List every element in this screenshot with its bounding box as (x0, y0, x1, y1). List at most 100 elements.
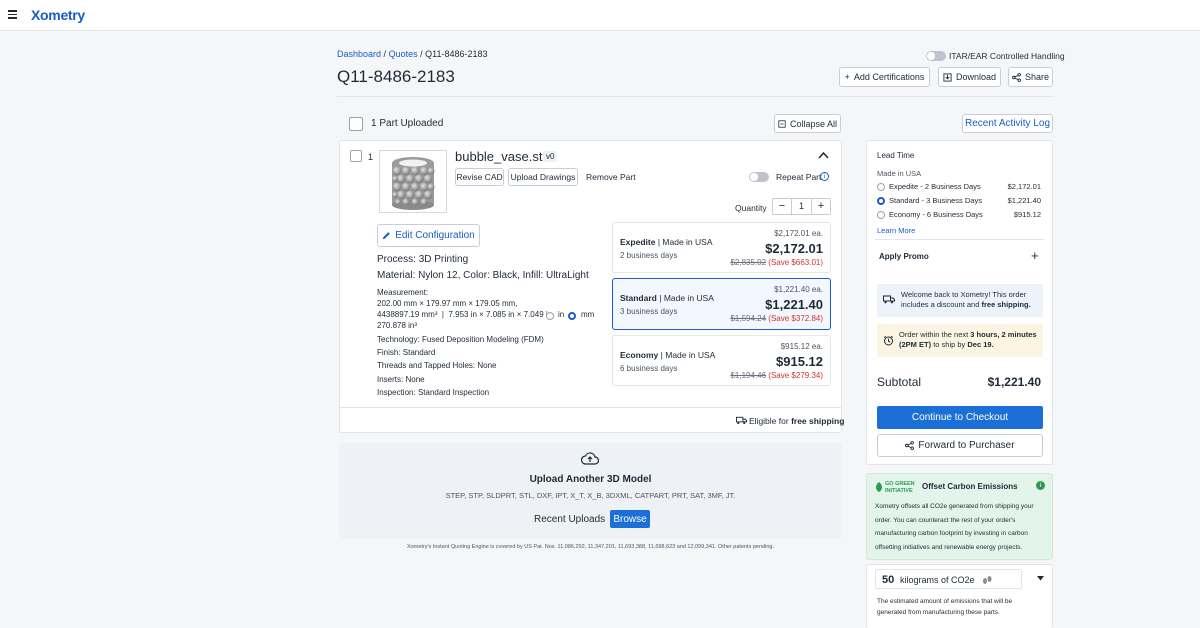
offset-carbon-text: Xometry offsets all CO2e generated from … (875, 503, 1034, 551)
lead-time-price: $2,172.01 (1007, 182, 1041, 191)
price-tier-name: Economy (620, 350, 659, 360)
breadcrumb-quotes[interactable]: Quotes (389, 49, 418, 59)
upload-dropzone[interactable]: Upload Another 3D Model STEP, STP, SLDPR… (339, 443, 842, 539)
order-deadline-text: Order within the next 3 hours, 2 minutes… (899, 330, 1039, 350)
breadcrumb-dashboard[interactable]: Dashboard (337, 49, 381, 59)
edit-configuration-button[interactable]: Edit Configuration (377, 224, 480, 247)
free-shipping-prefix: Eligible for (749, 416, 789, 426)
upload-title: Upload Another 3D Model (529, 474, 652, 485)
technology-value: Fused Deposition Modeling (FDM) (421, 335, 544, 344)
quantity-increment-button[interactable]: + (811, 199, 830, 214)
lead-time-radio-expedite[interactable] (877, 183, 885, 191)
co2-unit: kilograms of CO2e (900, 575, 975, 585)
breadcrumb-separator: / (420, 49, 423, 59)
plus-icon: + (844, 72, 850, 82)
leaf-icon (876, 482, 882, 492)
xometry-logo[interactable]: Xometry (31, 7, 85, 23)
chevron-up-icon[interactable] (818, 151, 829, 159)
edit-configuration-label: Edit Configuration (395, 230, 475, 241)
unit-mm-label: mm (581, 310, 595, 319)
info-icon[interactable]: i (1036, 481, 1045, 490)
breadcrumb-separator: / (383, 49, 387, 59)
price-tier-separator: | (660, 350, 663, 360)
info-icon[interactable]: i (820, 172, 829, 181)
inspection-value: Standard Inspection (417, 388, 490, 397)
material-label: Material: (377, 270, 416, 281)
price-tier-separator: | (657, 237, 661, 247)
download-icon (943, 72, 952, 82)
part-checkbox[interactable] (350, 150, 362, 162)
co2-amount-field[interactable]: 50 kilograms of CO2e (875, 569, 1022, 589)
top-bar: Xometry (0, 0, 1200, 31)
price-tier-origin: Made in USA (663, 293, 714, 303)
co2-note: The estimated amount of emissions that w… (877, 598, 1013, 616)
browse-button[interactable]: Browse (610, 510, 650, 528)
lead-time-label: Standard - 3 Business Days (889, 196, 982, 205)
order-deadline-notice: Order within the next 3 hours, 2 minutes… (877, 324, 1043, 357)
price-original: $1,594.24 (730, 314, 767, 323)
inserts-label: Inserts: (377, 375, 404, 384)
learn-more-link[interactable]: Learn More (877, 226, 915, 235)
subtotal-label: Subtotal (877, 375, 922, 389)
breadcrumb: Dashboard / Quotes / Q11-8486-2183 (337, 49, 488, 59)
remove-part-link[interactable]: Remove Part (586, 172, 636, 182)
quantity-stepper: − 1 + (772, 198, 831, 215)
apply-promo-plus-icon[interactable]: + (1031, 248, 1039, 263)
price-option-standard[interactable]: Standard | Made in USA 3 business days $… (612, 278, 831, 330)
collapse-all-button[interactable]: Collapse All (774, 114, 841, 133)
add-certifications-button[interactable]: + Add Certifications (839, 67, 930, 87)
price-total: $1,221.40 (765, 297, 823, 312)
lead-time-radio-standard[interactable] (877, 197, 885, 205)
footprint-icon (983, 576, 992, 584)
welcome-text: Welcome back to Xometry! This order incl… (901, 290, 1039, 310)
unit-in-radio[interactable] (546, 312, 554, 320)
inserts-value: None (405, 375, 425, 384)
free-shipping-note: Eligible for free shipping (749, 416, 844, 426)
lead-time-price: $1,221.40 (1007, 196, 1041, 205)
price-tier-name: Expedite (620, 237, 656, 247)
price-option-economy[interactable]: Economy | Made in USA 6 business days $9… (612, 335, 831, 386)
inspection-label: Inspection: (377, 388, 416, 397)
part-thumbnail[interactable] (379, 150, 447, 213)
free-shipping-bold: free shipping (791, 416, 845, 426)
process-label: Process: (377, 254, 416, 265)
chevron-down-icon[interactable] (1037, 576, 1044, 581)
upload-drawings-button[interactable]: Upload Drawings (508, 168, 578, 186)
price-discount: $2,835.02 (Save $663.01) (730, 258, 823, 267)
share-button[interactable]: Share (1008, 67, 1053, 87)
finish-row: Finish: Standard (377, 348, 435, 357)
finish-value: Standard (402, 348, 436, 357)
pencil-icon (383, 232, 391, 240)
continue-to-checkout-button[interactable]: Continue to Checkout (877, 406, 1043, 429)
repeat-part-toggle[interactable] (749, 172, 769, 182)
select-all-checkbox[interactable] (349, 117, 363, 131)
recent-uploads-link[interactable]: Recent Uploads (534, 514, 605, 525)
divider (339, 407, 842, 408)
hamburger-menu-icon[interactable] (8, 10, 17, 19)
recent-activity-log-button[interactable]: Recent Activity Log (962, 114, 1053, 133)
share-icon (905, 441, 915, 450)
forward-to-purchaser-button[interactable]: Forward to Purchaser (877, 434, 1043, 457)
price-option-expedite[interactable]: Expedite | Made in USA 2 business days $… (612, 222, 831, 273)
parts-count: 1 Part Uploaded (371, 118, 444, 129)
apply-promo-label[interactable]: Apply Promo (879, 252, 929, 261)
quantity-input[interactable]: 1 (792, 199, 811, 214)
revise-cad-button[interactable]: Revise CAD (455, 168, 504, 186)
price-tier-heading: Standard | Made in USA (620, 293, 714, 303)
download-button[interactable]: Download (938, 67, 1001, 87)
part-index: 1 (368, 152, 374, 162)
price-original: $2,835.02 (730, 258, 767, 267)
itar-toggle[interactable] (926, 51, 946, 61)
price-total: $915.12 (776, 354, 823, 369)
collapse-all-label: Collapse All (789, 118, 838, 129)
divider (337, 96, 1053, 97)
part-filename: bubble_vase.stl (455, 149, 546, 164)
forward-to-purchaser-label: Forward to Purchaser (918, 440, 1015, 451)
go-green-line-2: INITIATIVE (885, 487, 913, 494)
unit-mm-radio[interactable] (568, 312, 576, 320)
quantity-decrement-button[interactable]: − (773, 199, 792, 214)
lead-time-radio-economy[interactable] (877, 211, 885, 219)
price-tier-days: 3 business days (620, 307, 678, 316)
patent-note: Xometry's Instant Quoting Engine is cove… (407, 544, 774, 550)
process-row: Process: 3D Printing (377, 254, 468, 265)
